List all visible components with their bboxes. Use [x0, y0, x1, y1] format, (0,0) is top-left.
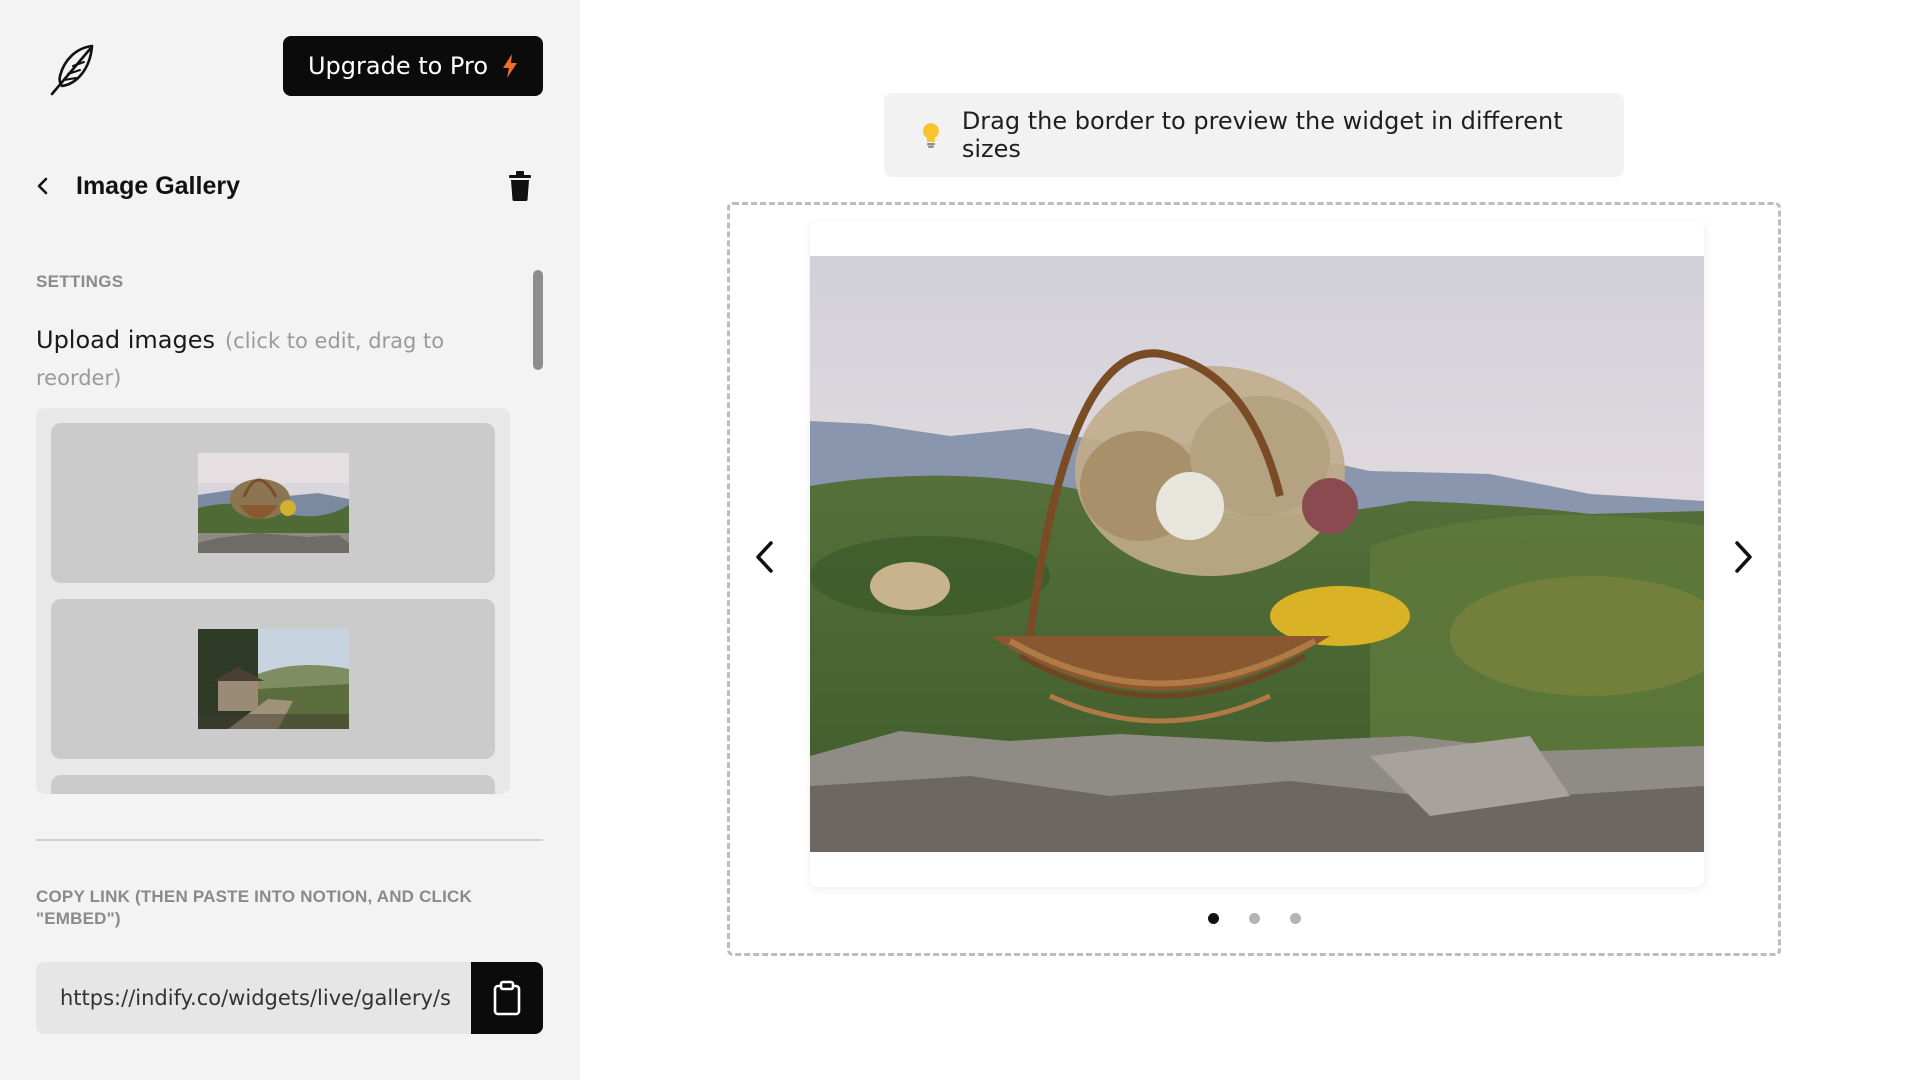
country-road-thumbnail — [197, 629, 349, 729]
resizable-widget-border[interactable] — [727, 202, 1781, 956]
gallery-slide — [810, 221, 1704, 887]
chevron-right-icon — [1735, 541, 1752, 573]
slide-pagination — [730, 913, 1778, 924]
flower-basket-thumbnail — [197, 453, 349, 553]
slide-dot-1[interactable] — [1207, 913, 1219, 924]
embed-link-row — [36, 962, 543, 1034]
next-slide-button[interactable] — [1724, 535, 1764, 579]
lightning-icon — [503, 54, 518, 78]
upgrade-label: Upgrade to Pro — [307, 52, 489, 80]
copy-link-button[interactable] — [471, 962, 543, 1034]
page-title: Image Gallery — [76, 171, 240, 200]
copy-link-label: COPY LINK (THEN PASTE INTO NOTION, AND C… — [36, 887, 473, 928]
image-list-item[interactable] — [51, 775, 495, 794]
lightbulb-icon — [922, 123, 939, 148]
resize-tip-banner: Drag the border to preview the widget in… — [884, 93, 1624, 177]
section-divider — [36, 839, 543, 841]
upgrade-to-pro-button[interactable]: Upgrade to Pro — [283, 36, 543, 96]
slide-dot-3[interactable] — [1289, 913, 1301, 924]
feather-logo-icon[interactable] — [46, 40, 102, 96]
sidebar-scrollbar[interactable] — [533, 270, 543, 370]
settings-section-label: SETTINGS — [36, 272, 124, 291]
trash-icon[interactable] — [505, 170, 535, 202]
embed-link-input[interactable] — [36, 962, 471, 1034]
image-list — [36, 408, 510, 794]
chevron-left-icon[interactable] — [30, 173, 56, 199]
image-list-item[interactable] — [51, 423, 495, 583]
editor-sidebar: Upgrade to Pro Image Gallery SETTINGS Up… — [0, 0, 580, 1080]
chevron-left-icon — [756, 541, 773, 573]
editor-header: Image Gallery — [30, 164, 543, 208]
tip-text: Drag the border to preview the widget in… — [961, 107, 1563, 163]
upload-label-text: Upload images — [36, 326, 215, 354]
flower-basket-image — [810, 256, 1704, 852]
slide-dot-2[interactable] — [1248, 913, 1260, 924]
previous-slide-button[interactable] — [744, 535, 784, 579]
upload-images-label: Upload images (click to edit, drag to reo… — [36, 322, 456, 396]
clipboard-icon — [493, 980, 521, 1016]
image-list-item[interactable] — [51, 599, 495, 759]
